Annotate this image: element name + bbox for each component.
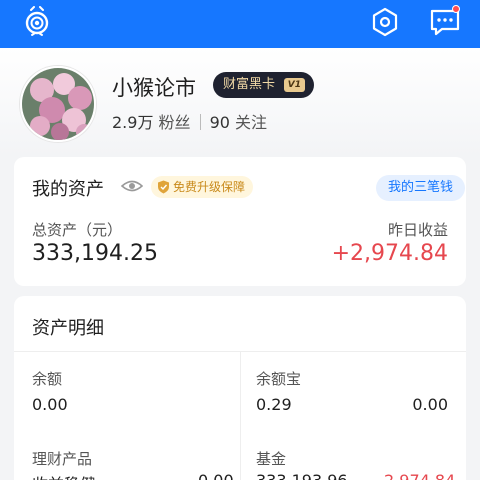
profile-stats: 2.9万 粉丝 90 关注 bbox=[112, 109, 267, 133]
balance-value: 0.00 bbox=[32, 395, 68, 414]
wealth-products-value: 0.00 bbox=[198, 471, 234, 480]
monkey-logo-icon[interactable] bbox=[22, 6, 52, 40]
badge-label: 财富黑卡 bbox=[223, 77, 276, 92]
yesterday-profit-value: +2,974.84 bbox=[331, 241, 448, 266]
total-assets-label: 总资产（元） bbox=[32, 221, 123, 239]
free-upgrade-protection[interactable]: 免费升级保障 bbox=[151, 176, 254, 198]
wealth-products-label[interactable]: 理财产品 bbox=[32, 448, 92, 469]
asset-details-card: 资产明细 余额 0.00 余额宝 0.29 0.00 理财产品 收益稳健 0.0… bbox=[14, 296, 466, 480]
balance-label[interactable]: 余额 bbox=[32, 368, 62, 389]
yuebao-value: 0.29 bbox=[256, 395, 292, 414]
my-three-money-button[interactable]: 我的三笔钱 bbox=[376, 175, 466, 201]
eye-icon[interactable] bbox=[121, 178, 143, 194]
shield-icon bbox=[158, 180, 169, 194]
total-assets-value: 333,194.25 bbox=[32, 241, 158, 266]
yuebao-label[interactable]: 余额宝 bbox=[256, 368, 301, 389]
badge-level: V1 bbox=[283, 78, 305, 92]
details-title: 资产明细 bbox=[32, 318, 104, 339]
my-assets-card: 我的资产 免费升级保障 我的三笔钱 总资产（元） 333,194.25 昨日收益… bbox=[14, 157, 466, 286]
yesterday-profit-label: 昨日收益 bbox=[387, 221, 448, 239]
profile-name[interactable]: 小猴论市 bbox=[112, 72, 196, 102]
fund-profit: 2,974.84 bbox=[384, 471, 455, 480]
assets-title: 我的资产 bbox=[32, 179, 104, 200]
fund-label[interactable]: 基金 bbox=[256, 448, 286, 469]
fund-value: 333,193.96 bbox=[256, 471, 348, 480]
top-bar bbox=[0, 0, 480, 48]
following-count[interactable]: 90 关注 bbox=[210, 113, 267, 132]
followers-count[interactable]: 2.9万 粉丝 bbox=[112, 113, 191, 132]
settings-hexagon-icon[interactable] bbox=[369, 6, 401, 38]
yuebao-profit: 0.00 bbox=[412, 395, 448, 414]
divider bbox=[240, 351, 241, 480]
profile-section: 小猴论市 财富黑卡 V1 2.9万 粉丝 90 关注 bbox=[0, 48, 480, 156]
unread-dot bbox=[452, 5, 460, 13]
wealth-card-badge[interactable]: 财富黑卡 V1 bbox=[213, 72, 314, 98]
avatar[interactable] bbox=[20, 66, 96, 142]
wealth-products-sub: 收益稳健 bbox=[32, 471, 96, 480]
